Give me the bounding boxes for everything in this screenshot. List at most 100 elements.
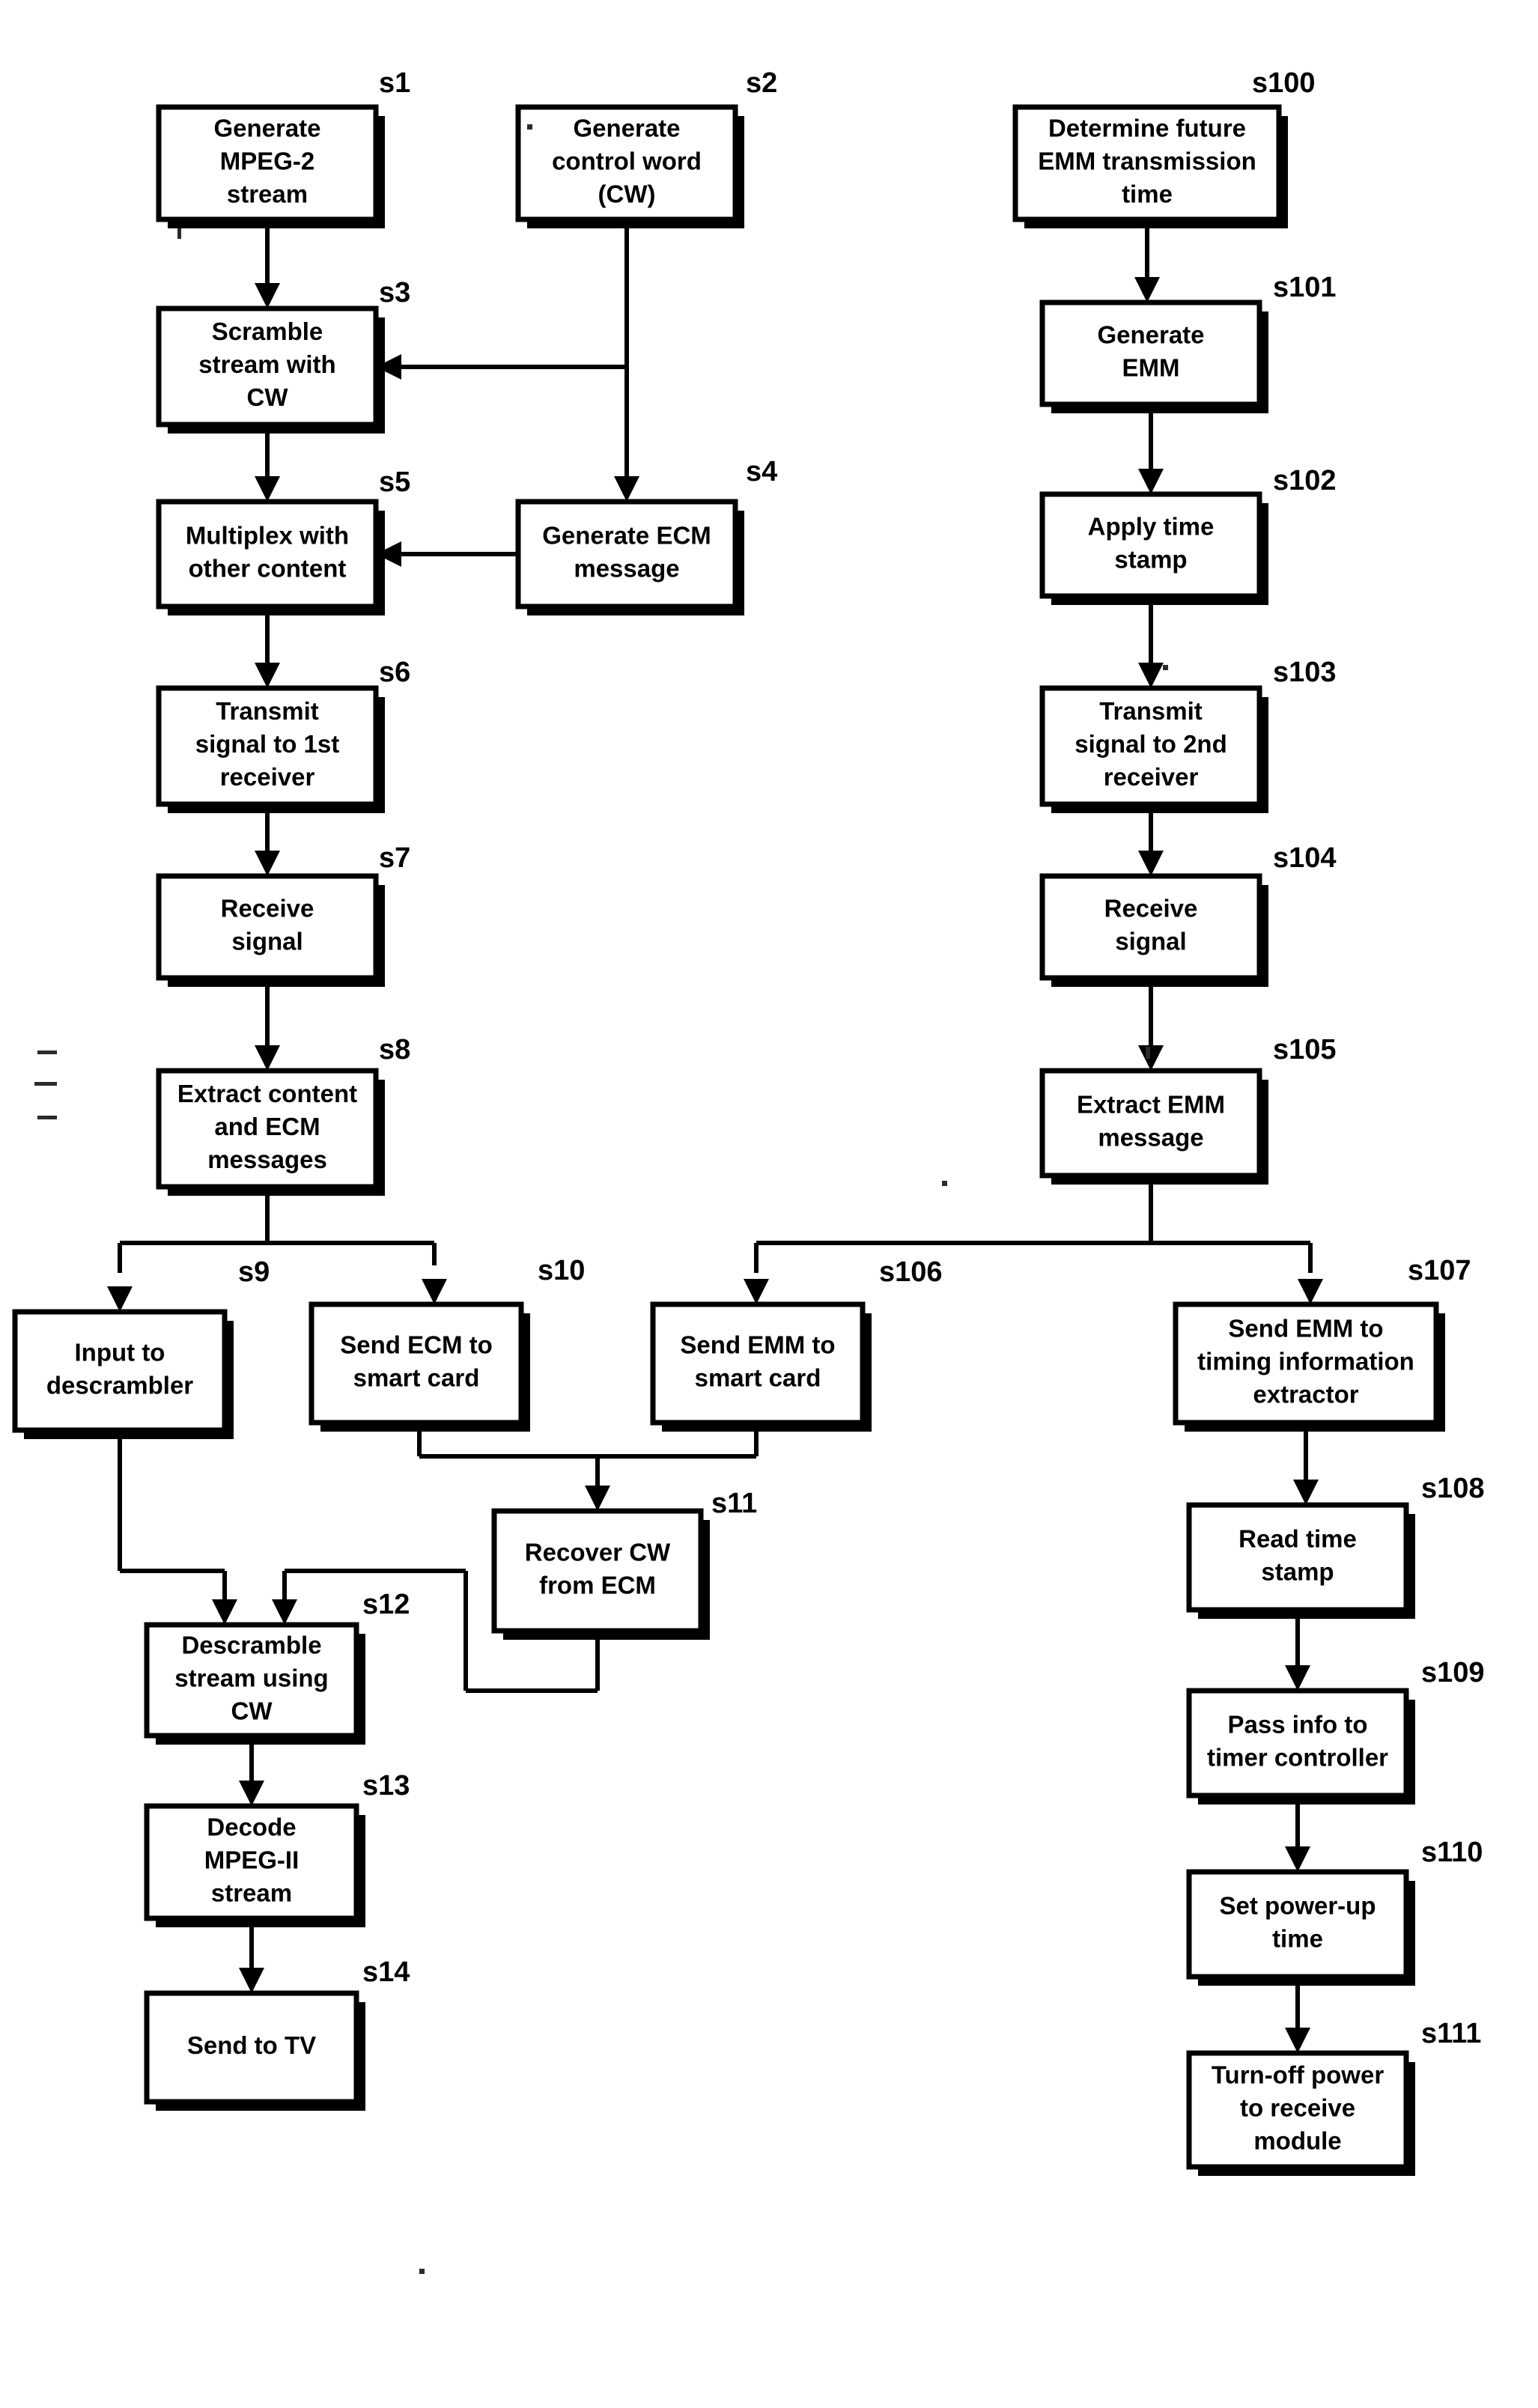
connector-s105-split — [754, 1176, 1313, 1273]
connector-s12-to-s13 — [239, 1736, 264, 1806]
process-box-s11[interactable]: Recover CW from ECM s11 — [491, 1488, 757, 1640]
step-tag-s5: s5 — [379, 466, 410, 498]
box-label-line: Generate — [573, 115, 680, 142]
process-box-s110[interactable]: Set power-up time s110 — [1186, 1837, 1483, 1986]
box-label-line: Extract content — [177, 1080, 357, 1107]
process-box-s8[interactable]: Extract content and ECM messages s8 — [156, 1034, 410, 1196]
process-box-s100[interactable]: Determine future EMM transmission time s100 — [1012, 67, 1316, 228]
process-box-s106[interactable]: Send EMM to smart card s106 — [650, 1256, 943, 1432]
box-label-line: Multiplex with — [186, 522, 349, 550]
box-label-line: and ECM — [214, 1113, 320, 1140]
arrowhead-down-icon — [255, 283, 280, 308]
process-box-s111[interactable]: Turn-off power to receive module s111 — [1186, 2018, 1481, 2176]
scan-speck-9 — [419, 2269, 425, 2274]
connector-s107-to-s108 — [1293, 1423, 1319, 1505]
step-tag-s105: s105 — [1273, 1034, 1337, 1065]
box-label-line: Read time — [1238, 1525, 1357, 1553]
box-label-line: Determine future — [1048, 115, 1246, 142]
process-box-s101[interactable]: Generate EMM s101 — [1039, 272, 1337, 413]
process-box-s2[interactable]: Generate control word (CW) s2 — [515, 67, 777, 228]
box-label-line: stream — [211, 1879, 292, 1907]
box-label-line: CW — [247, 383, 289, 411]
process-box-s9[interactable]: Input to descrambler s9 — [12, 1256, 270, 1439]
box-label-line: extractor — [1253, 1381, 1358, 1408]
process-box-s103[interactable]: Transmit signal to 2nd receiver s103 — [1039, 657, 1337, 813]
process-box-s6[interactable]: Transmit signal to 1st receiver s6 — [156, 657, 410, 813]
connector-s2-to-s3 — [376, 354, 627, 380]
box-label-line: Receive — [221, 895, 314, 922]
connector-s103-to-s104 — [1138, 804, 1164, 876]
process-box-s104[interactable]: Receive signal s104 — [1039, 842, 1337, 987]
step-tag-s110: s110 — [1421, 1837, 1483, 1868]
box-label-line: time — [1272, 1925, 1323, 1953]
box-label-line: Scramble — [212, 317, 323, 345]
connector-s13-to-s14 — [239, 1918, 264, 1993]
process-box-s14[interactable]: Send to TV s14 — [144, 1956, 410, 2111]
box-label-line: timing information — [1197, 1348, 1414, 1375]
box-label-line: CW — [231, 1697, 273, 1725]
arrowhead-down-icon — [1298, 1279, 1323, 1304]
box-label-line: Generate — [1097, 321, 1204, 349]
connector-line — [754, 1176, 1313, 1273]
box-label-line: Transmit — [1099, 697, 1203, 725]
process-box-s5[interactable]: Multiplex with other content s5 — [156, 466, 410, 615]
process-box-s13[interactable]: Decode MPEG-II stream s13 — [144, 1770, 410, 1927]
step-tag-s104: s104 — [1273, 842, 1337, 874]
connector-s102-to-s103 — [1138, 596, 1164, 688]
process-box-s108[interactable]: Read time stamp s108 — [1186, 1473, 1485, 1619]
connector-s3-to-s5 — [255, 425, 280, 502]
box-label-line: message — [574, 555, 679, 583]
process-box-s7[interactable]: Receive signal s7 — [156, 842, 410, 987]
process-box-s107[interactable]: Send EMM to timing information extractor s1… — [1173, 1255, 1471, 1432]
box-label-line: signal — [1115, 928, 1186, 955]
connector-s5-to-s6 — [255, 606, 280, 688]
connector-s100-to-s101 — [1134, 219, 1160, 302]
arrowhead-down-icon — [212, 1599, 237, 1625]
flowchart-canvas: Generate MPEG-2 stream s1 Generate control wo… — [0, 0, 1538, 2408]
arrowhead-down-icon — [1138, 663, 1164, 688]
process-box-s10[interactable]: Send ECM to smart card s10 — [308, 1255, 585, 1432]
arrowhead-down-icon — [272, 1599, 297, 1625]
box-label-line: timer controller — [1207, 1744, 1388, 1772]
step-tag-s4: s4 — [746, 456, 777, 487]
box-label-line: Extract EMM — [1077, 1091, 1225, 1119]
step-tag-s6: s6 — [379, 657, 410, 688]
step-tag-s111: s111 — [1421, 2018, 1481, 2049]
step-tag-s13: s13 — [362, 1770, 410, 1802]
scan-speck-3 — [37, 1051, 57, 1054]
step-tag-s2: s2 — [746, 67, 777, 99]
box-label-line: stamp — [1261, 1558, 1334, 1586]
box-label-line: Generate — [213, 115, 320, 142]
step-tag-s108: s108 — [1421, 1473, 1485, 1504]
box-label-line: Apply time — [1088, 513, 1215, 541]
scan-artifact-layer — [34, 124, 1168, 2274]
box-label-line: Decode — [207, 1813, 296, 1841]
process-box-s3[interactable]: Scramble stream with CW s3 — [156, 277, 410, 434]
box-label-line: smart card — [353, 1364, 480, 1392]
scan-speck-8 — [1163, 665, 1168, 670]
step-tag-s9: s9 — [238, 1256, 270, 1288]
arrowhead-down-icon — [1138, 469, 1164, 494]
box-label-line: signal to 2nd — [1075, 730, 1227, 758]
step-tag-s7: s7 — [379, 842, 410, 874]
arrowhead-down-icon — [255, 851, 280, 876]
process-box-s102[interactable]: Apply time stamp s102 — [1039, 465, 1337, 605]
box-label-line: Descramble — [181, 1632, 321, 1659]
process-box-s4[interactable]: Generate ECM message s4 — [515, 456, 777, 615]
connector-s104-to-s105 — [1138, 978, 1164, 1071]
connector-s10-s106-to-s11 — [417, 1423, 759, 1511]
process-box-s105[interactable]: Extract EMM message s105 — [1039, 1034, 1337, 1185]
box-label-line: receiver — [1104, 763, 1199, 791]
process-box-s109[interactable]: Pass info to timer controller s109 — [1186, 1657, 1485, 1805]
box-label-line: stamp — [1114, 546, 1187, 574]
connector-line — [118, 1187, 437, 1273]
box-label-line: (CW) — [598, 180, 656, 208]
process-box-s1[interactable]: Generate MPEG-2 stream s1 — [156, 67, 410, 228]
connector-s8-split — [118, 1187, 437, 1273]
arrowhead-down-icon — [585, 1486, 610, 1511]
scan-speck-4 — [34, 1082, 57, 1086]
box-label-line: message — [1098, 1124, 1203, 1152]
arrowhead-down-icon — [1285, 2028, 1310, 2053]
arrowhead-down-icon — [1134, 277, 1160, 302]
flowchart-svg: Generate MPEG-2 stream s1 Generate control wo… — [12, 67, 1485, 2274]
